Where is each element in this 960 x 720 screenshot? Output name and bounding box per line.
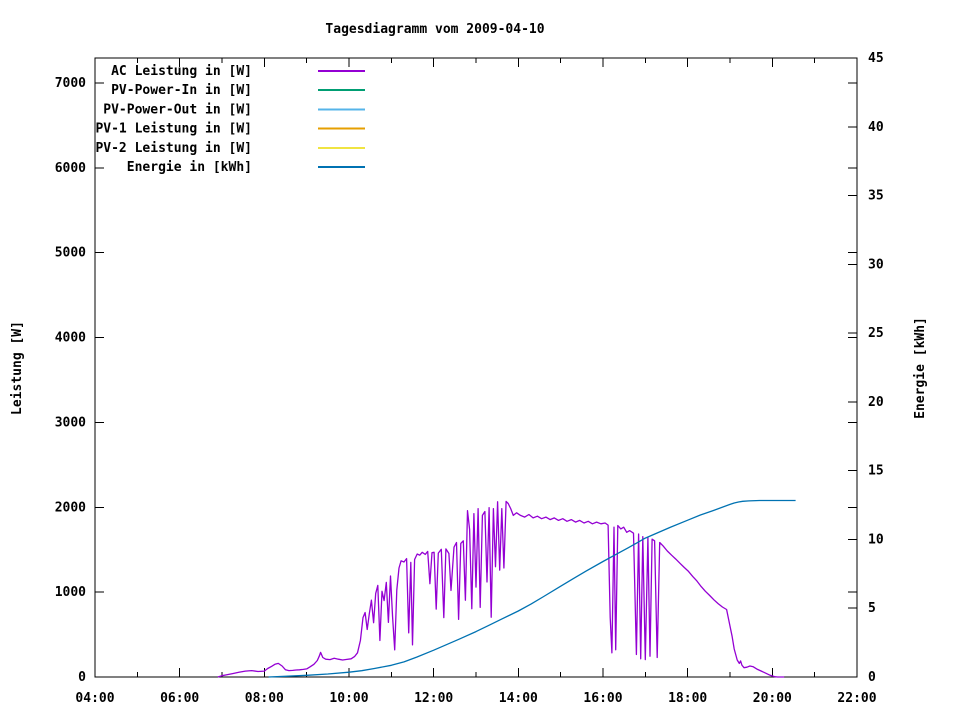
y2-tick-label: 45 [868,51,884,66]
series-energie [268,499,796,678]
y-tick-label: 2000 [55,500,86,515]
x-tick-label: 22:00 [837,691,876,706]
legend-label-ac_leistung: AC Leistung in [W] [111,64,252,79]
y-tick-label: 3000 [55,415,86,430]
y2-tick-label: 20 [868,395,884,410]
plot-area: 04:00 06:00 08:00 10:00 12:00 14:00 16:00 18:00… [55,51,884,706]
y2-tick-label: 10 [868,532,884,547]
y2-tick-label: 25 [868,326,884,341]
y2-tick-label: 15 [868,464,884,479]
y-tick-label: 7000 [55,76,86,91]
x-tick-label: 18:00 [668,691,707,706]
x-tick-label: 10:00 [329,691,368,706]
y2-tick-label: 5 [868,601,876,616]
x-tick-label: 12:00 [414,691,453,706]
legend-label-pv1_leistung: PV-1 Leistung in [W] [95,122,252,137]
series-ac_leistung [217,500,785,678]
x-tick-label: 04:00 [75,691,114,706]
x-tick-label: 06:00 [160,691,199,706]
x-tick-label: 16:00 [583,691,622,706]
x-tick-label: 20:00 [753,691,792,706]
y-tick-label: 4000 [55,331,86,346]
y2-tick-label: 0 [868,670,876,685]
y2-tick-label: 35 [868,189,884,204]
chart-canvas: Tagesdiagramm vom 2009-04-10 Leistung [W… [0,0,960,720]
y-tick-label: 0 [78,670,86,685]
x-tick-label: 14:00 [499,691,538,706]
legend-label-energie: Energie in [kWh] [127,160,252,175]
legend-label-pv_power_in: PV-Power-In in [W] [111,83,252,98]
legend-label-pv2_leistung: PV-2 Leistung in [W] [95,141,252,156]
y2-tick-label: 40 [868,120,884,135]
legend-label-pv_power_out: PV-Power-Out in [W] [103,102,252,117]
y2-tick-label: 30 [868,257,884,272]
x-tick-label: 08:00 [245,691,284,706]
y-tick-label: 5000 [55,246,86,261]
y-tick-label: 1000 [55,585,86,600]
y-tick-label: 6000 [55,161,86,176]
